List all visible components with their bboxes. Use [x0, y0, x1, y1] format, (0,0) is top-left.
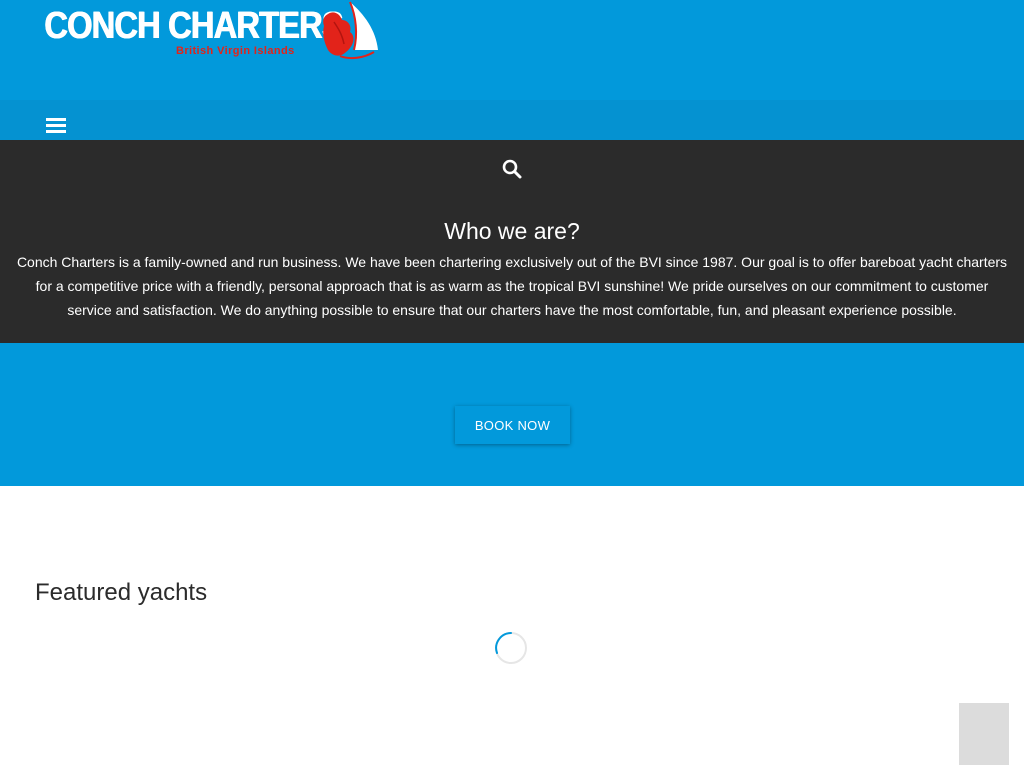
logo-subtitle: British Virgin Islands	[176, 45, 295, 57]
logo-title: CONCH CHARTERS	[44, 5, 343, 47]
main-navbar	[0, 100, 1024, 140]
sailboat-logo-icon	[323, 1, 378, 60]
site-logo[interactable]: CONCH CHARTERS British Virgin Islands	[42, 0, 382, 62]
about-title: Who we are?	[444, 218, 580, 245]
site-header: CONCH CHARTERS British Virgin Islands	[0, 0, 1024, 100]
menu-bar	[46, 118, 66, 121]
loading-spinner-icon	[495, 632, 527, 664]
scroll-to-top-button[interactable]	[959, 703, 1009, 765]
featured-yachts-title: Featured yachts	[35, 579, 208, 606]
hamburger-menu-icon[interactable]	[46, 118, 66, 134]
menu-bar	[46, 130, 66, 133]
book-now-button[interactable]: BOOK NOW	[455, 406, 570, 444]
menu-bar	[46, 124, 66, 127]
search-icon[interactable]	[501, 158, 523, 180]
about-description: Conch Charters is a family-owned and run…	[16, 254, 1008, 318]
